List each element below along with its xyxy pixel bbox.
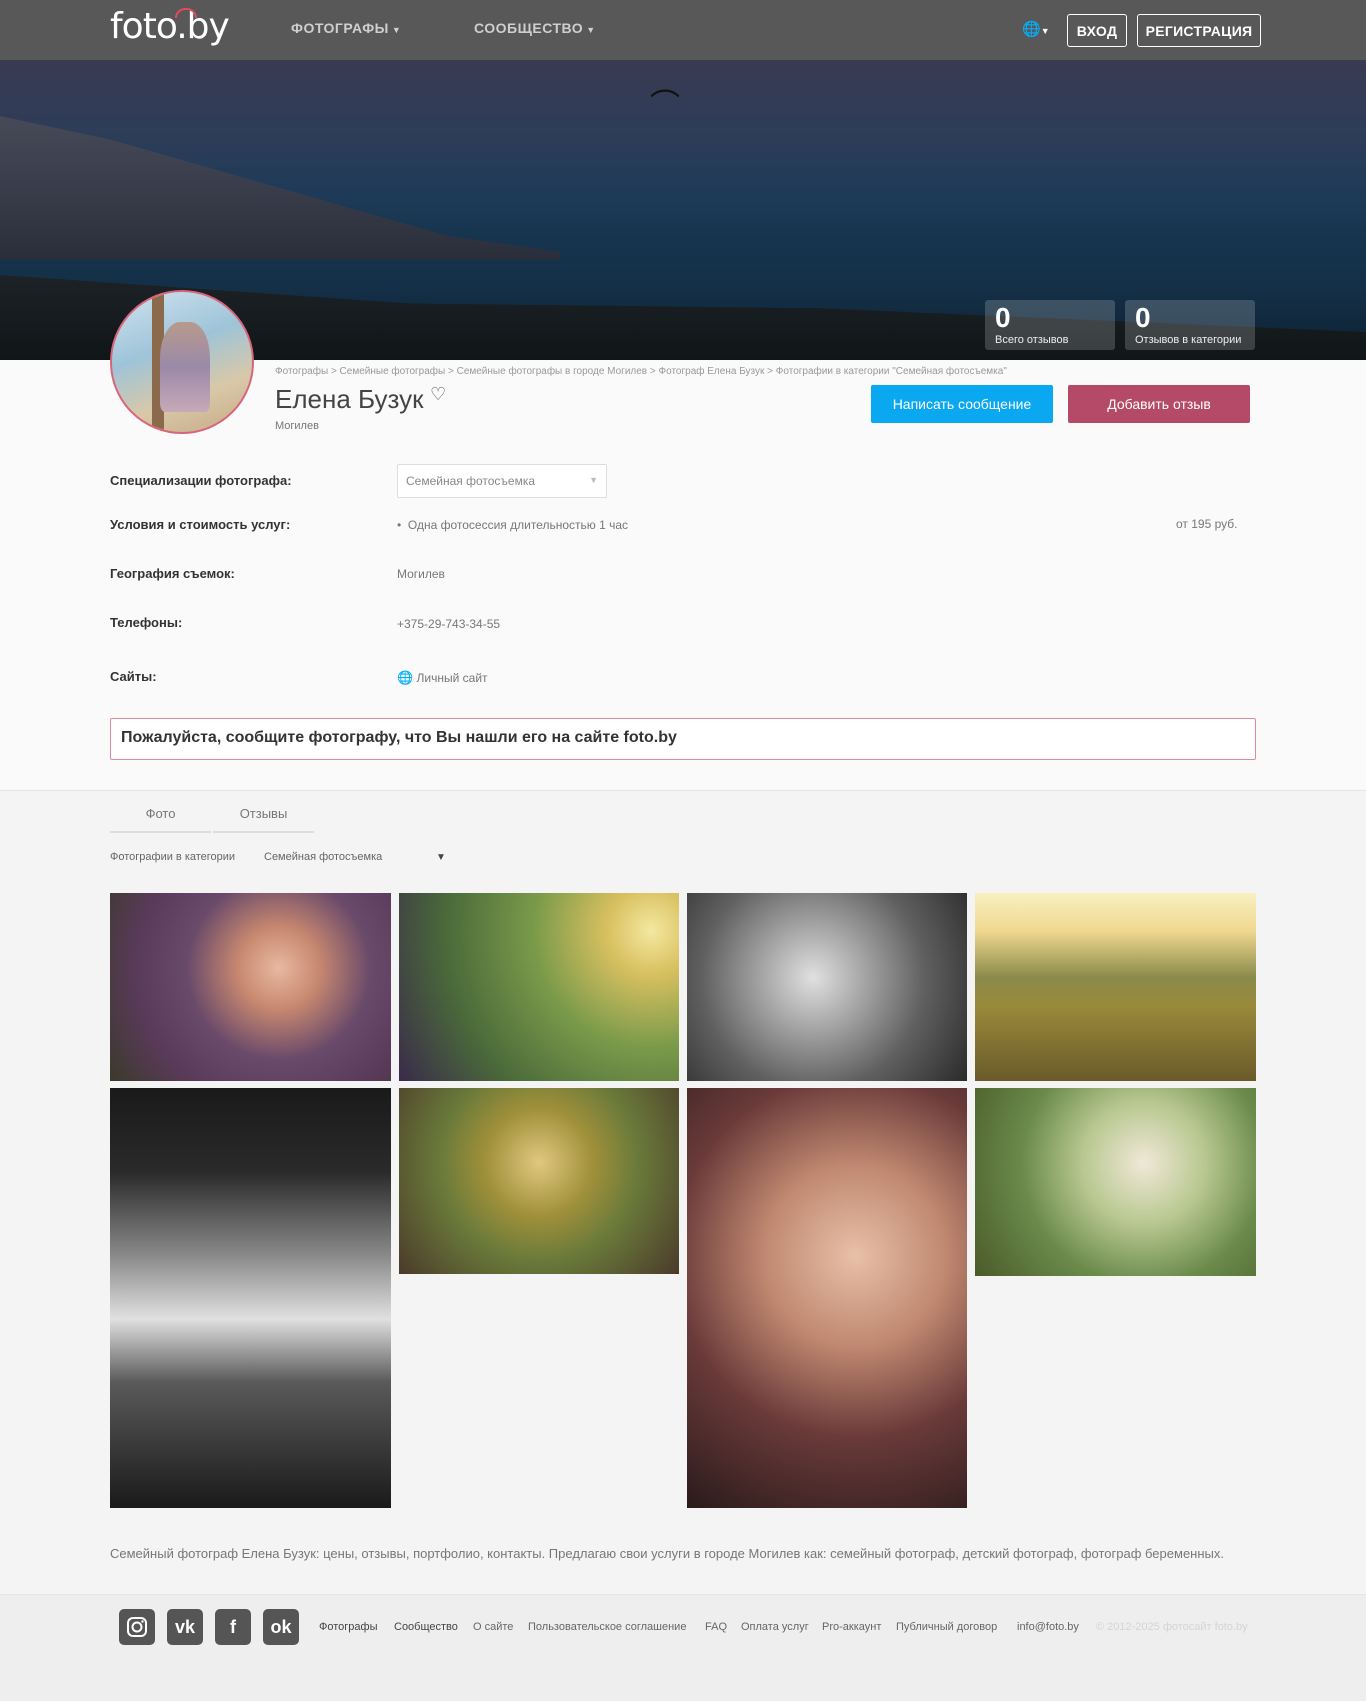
page-description: Семейный фотограф Елена Бузук: цены, отз… [110, 1546, 1224, 1561]
terms-item: • Одна фотосессия длительностью 1 час [397, 518, 628, 532]
nav-community[interactable]: СООБЩЕСТВО ▼ [474, 20, 596, 36]
gallery-photo[interactable] [975, 1088, 1256, 1276]
notice-banner: Пожалуйста, сообщите фотографу, что Вы н… [110, 718, 1256, 760]
stat-value: 0 [995, 302, 1011, 333]
photographer-city: Могилев [275, 420, 319, 432]
top-navbar: foto.by ФОТОГРАФЫ ▼ СООБЩЕСТВО ▼ 🌐▼ ВХОД Р… [0, 0, 1366, 60]
footer-link-about[interactable]: О сайте [473, 1621, 513, 1633]
footer-link-contract[interactable]: Публичный договор [896, 1621, 997, 1633]
avatar [110, 290, 254, 434]
cover-hills [0, 116, 560, 260]
site-link-text: Личный сайт [416, 671, 488, 685]
geo-value: Могилев [397, 567, 445, 581]
register-button[interactable]: РЕГИСТРАЦИЯ [1137, 14, 1261, 47]
footer-copyright: © 2012-2025 фотосайт foto.by [1096, 1621, 1248, 1633]
gallery-photo[interactable] [975, 893, 1256, 1081]
write-message-button[interactable]: Написать сообщение [871, 385, 1053, 423]
gallery-photo[interactable] [110, 1088, 391, 1508]
breadcrumb[interactable]: Фотографы > Семейные фотографы > Семейны… [275, 366, 1007, 377]
gallery-photo[interactable] [687, 1088, 967, 1508]
nav-community-label: СООБЩЕСТВО [474, 20, 584, 36]
language-globe-icon[interactable]: 🌐▼ [1022, 20, 1050, 38]
footer [0, 1594, 1366, 1701]
sites-label: Сайты: [110, 669, 157, 684]
vk-icon[interactable]: vk [167, 1609, 203, 1645]
specialization-select[interactable]: Семейная фотосъемка ▼ [397, 464, 607, 498]
chevron-down-icon: ▼ [589, 475, 598, 485]
stat-label: Отзывов в категории [1135, 334, 1242, 346]
favorite-heart-icon[interactable]: ♡ [430, 384, 446, 405]
instagram-icon[interactable] [119, 1609, 155, 1645]
chevron-down-icon[interactable]: ▼ [436, 852, 446, 863]
footer-link-community[interactable]: Сообщество [394, 1621, 458, 1633]
terms-item-text: Одна фотосессия длительностью 1 час [407, 518, 629, 532]
section-divider [0, 790, 1366, 791]
tab-reviews[interactable]: Отзывы [213, 795, 314, 833]
nav-photographers[interactable]: ФОТОГРАФЫ ▼ [291, 20, 401, 36]
chevron-down-icon: ▼ [391, 25, 402, 35]
login-button[interactable]: ВХОД [1067, 14, 1127, 47]
site-link[interactable]: 🌐 Личный сайт [397, 670, 488, 686]
category-label: Фотографии в категории [110, 851, 236, 863]
stat-label: Всего отзывов [995, 334, 1069, 346]
gallery-photo[interactable] [399, 893, 679, 1081]
gallery-photo[interactable] [687, 893, 967, 1081]
bird-silhouette-icon: ︵ [650, 69, 680, 102]
site-logo[interactable]: foto.by [110, 6, 230, 47]
nav-photographers-label: ФОТОГРАФЫ [291, 20, 389, 36]
tab-photo[interactable]: Фото [110, 795, 211, 833]
photographer-name: Елена Бузук [275, 384, 424, 414]
footer-link-faq[interactable]: FAQ [705, 1621, 727, 1633]
chevron-down-icon: ▼ [586, 25, 596, 35]
category-dropdown[interactable]: Семейная фотосъемка [264, 851, 382, 863]
terms-price: от 195 руб. [1176, 517, 1238, 531]
footer-link-terms[interactable]: Пользовательское соглашение [528, 1621, 686, 1633]
avatar-figure [160, 322, 210, 412]
gallery-photo[interactable] [110, 893, 391, 1081]
footer-link-payment[interactable]: Оплата услуг [741, 1621, 809, 1633]
bullet-icon: • [397, 518, 408, 532]
geo-label: География съемок: [110, 566, 235, 581]
footer-link-photographers[interactable]: Фотографы [319, 1621, 377, 1633]
footer-link-email[interactable]: info@foto.by [1017, 1621, 1079, 1633]
stat-total-reviews: 0 Всего отзывов [985, 300, 1115, 350]
specialization-value: Семейная фотосъемка [406, 474, 536, 488]
terms-label: Условия и стоимость услуг: [110, 517, 291, 532]
stat-value: 0 [1135, 302, 1151, 333]
facebook-icon[interactable]: f [215, 1609, 251, 1645]
globe-icon: 🌐 [397, 670, 414, 685]
odnoklassniki-icon[interactable]: ok [263, 1609, 299, 1645]
logo-text: foto.by [110, 6, 230, 47]
footer-link-pro[interactable]: Pro-аккаунт [822, 1621, 881, 1633]
stat-category-reviews: 0 Отзывов в категории [1125, 300, 1255, 350]
phones-value[interactable]: +375-29-743-34-55 [397, 617, 500, 631]
spec-label: Специализации фотографа: [110, 473, 292, 488]
add-review-button[interactable]: Добавить отзыв [1068, 385, 1250, 423]
phones-label: Телефоны: [110, 615, 183, 630]
gallery-photo[interactable] [399, 1088, 679, 1274]
